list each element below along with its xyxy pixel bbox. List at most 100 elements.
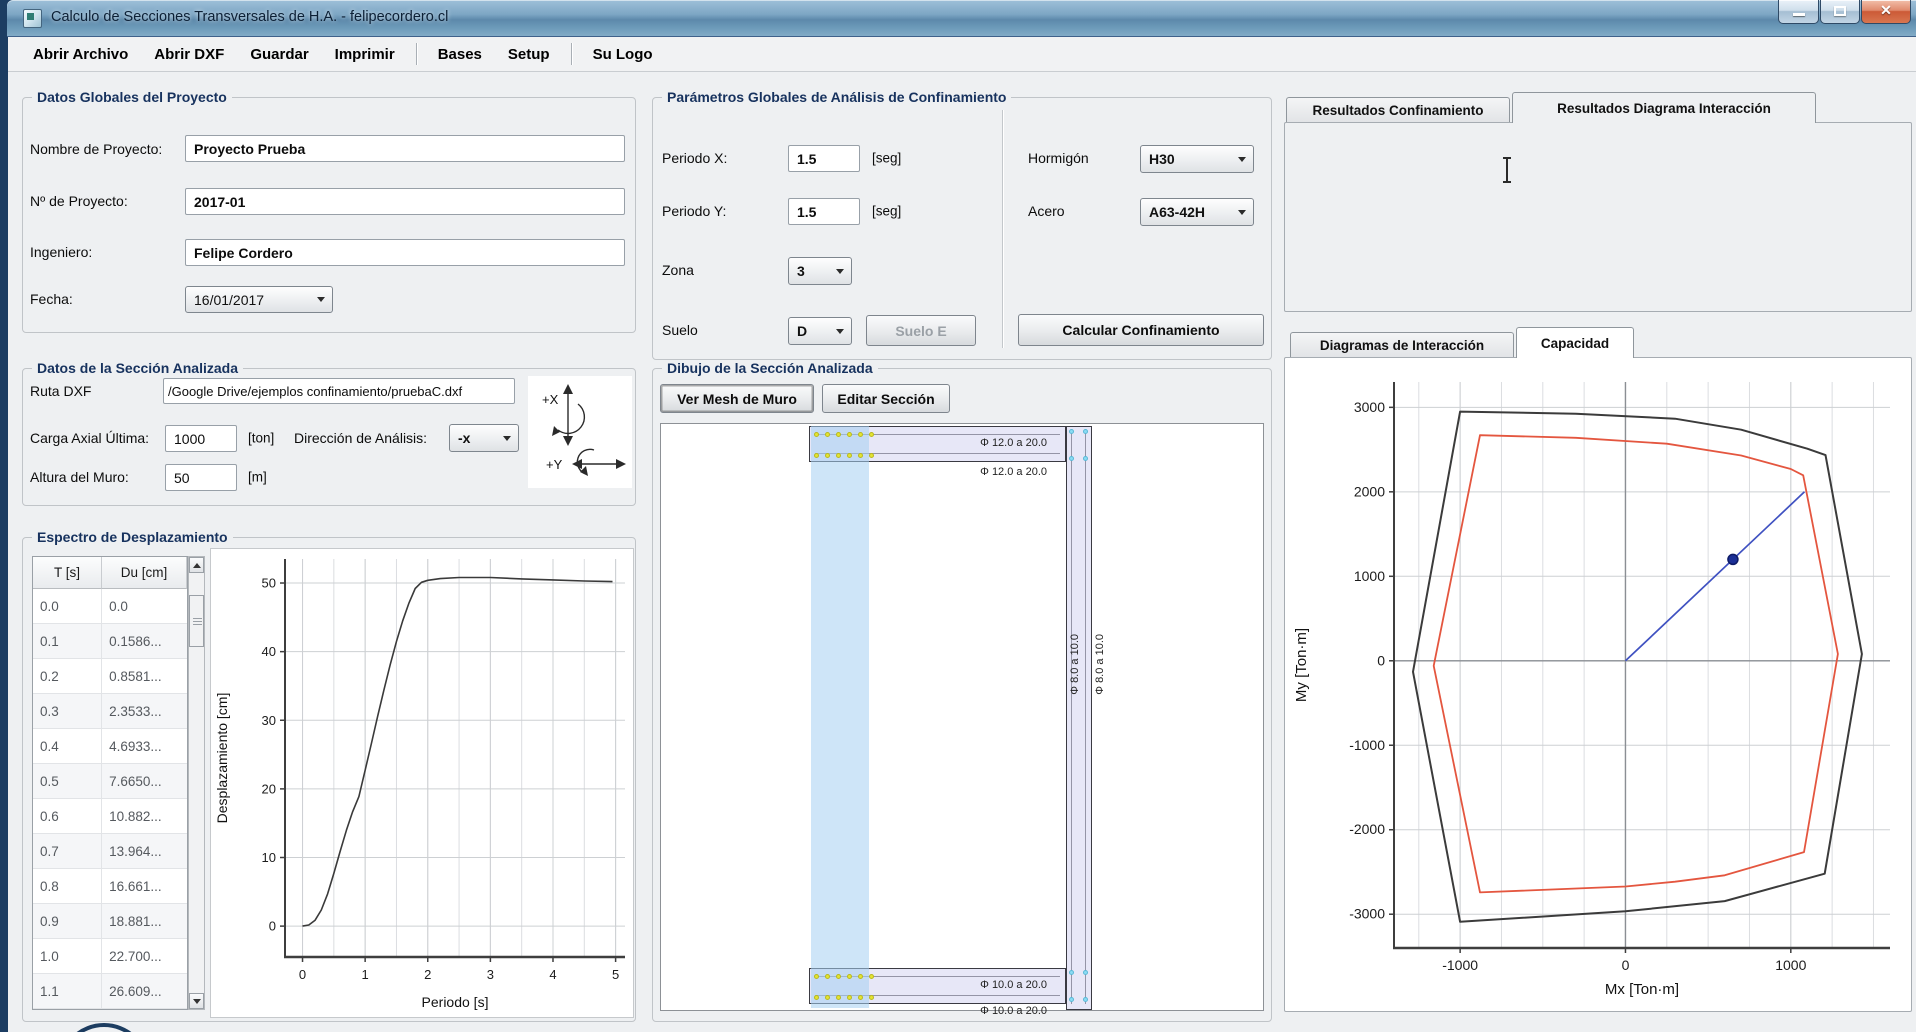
table-row[interactable]: 0.713.964... bbox=[33, 834, 187, 869]
cell-du: 10.882... bbox=[102, 799, 187, 833]
rebar-label-bottom-inside: Φ 10.0 a 20.0 bbox=[980, 979, 1047, 991]
desktop-background: Calculo de Secciones Transversales de H.… bbox=[0, 0, 1916, 1032]
periodo-y-unit: [seg] bbox=[872, 204, 901, 219]
rebar-dot bbox=[814, 432, 819, 437]
table-row[interactable]: 0.918.881... bbox=[33, 904, 187, 939]
hormigon-dropdown[interactable]: H30 bbox=[1140, 145, 1254, 173]
menubar: Abrir ArchivoAbrir DXFGuardarImprimir Bas… bbox=[8, 37, 1916, 72]
suelo-label: Suelo bbox=[662, 322, 698, 338]
rebar-dot bbox=[836, 995, 841, 1000]
zona-dropdown[interactable]: 3 bbox=[788, 257, 852, 285]
periodo-y-input[interactable]: 1.5 bbox=[788, 198, 860, 225]
periodo-x-input[interactable]: 1.5 bbox=[788, 145, 860, 172]
tab-diagramas-interaccion[interactable]: Diagramas de Interacción bbox=[1290, 332, 1514, 358]
ingeniero-label: Ingeniero: bbox=[30, 244, 92, 260]
mesh-node-dot bbox=[1069, 970, 1074, 975]
carga-axial-label: Carga Axial Última: bbox=[30, 430, 149, 446]
ruta-dxf-input[interactable]: /Google Drive/ejemplos confinamiento/pru… bbox=[163, 378, 515, 404]
table-row[interactable]: 1.022.700... bbox=[33, 939, 187, 974]
menu-abrir-dxf[interactable]: Abrir DXF bbox=[141, 39, 237, 70]
resultados-pane bbox=[1284, 122, 1912, 312]
du-table: T [s] Du [cm] 0.00.00.10.1586...0.20.858… bbox=[32, 556, 188, 1010]
suelo-e-button[interactable]: Suelo E bbox=[866, 315, 976, 346]
rebar-line bbox=[1085, 432, 1086, 1004]
table-row[interactable]: 1.126.609... bbox=[33, 974, 187, 1009]
cell-du: 18.881... bbox=[102, 904, 187, 938]
altura-muro-input[interactable]: 50 bbox=[165, 464, 237, 491]
maximize-button[interactable] bbox=[1820, 0, 1860, 24]
minimize-button[interactable] bbox=[1778, 0, 1819, 24]
tab-resultados-confinamiento[interactable]: Resultados Confinamiento bbox=[1286, 97, 1510, 123]
menu-guardar[interactable]: Guardar bbox=[237, 39, 321, 70]
acero-dropdown[interactable]: A63-42H bbox=[1140, 198, 1254, 226]
table-row[interactable]: 0.20.8581... bbox=[33, 659, 187, 694]
svg-text:30: 30 bbox=[262, 713, 276, 728]
svg-text:0: 0 bbox=[299, 967, 306, 982]
section-drawing-canvas[interactable]: Φ 12.0 a 20.0 Φ 12.0 a 20.0 Φ 8.0 a 10.0… bbox=[660, 423, 1264, 1011]
table-row[interactable]: 0.57.6650... bbox=[33, 764, 187, 799]
capacity-curve-inner bbox=[1434, 435, 1838, 892]
maximize-icon bbox=[1834, 6, 1846, 16]
scrollbar-thumb[interactable] bbox=[189, 595, 204, 647]
column-header-t[interactable]: T [s] bbox=[33, 557, 102, 589]
rebar-line bbox=[1071, 432, 1072, 1004]
mesh-node-dot bbox=[1083, 456, 1088, 461]
direccion-value: -x bbox=[458, 430, 470, 446]
numero-proyecto-input[interactable]: 2017-01 bbox=[185, 188, 625, 215]
rebar-label-web-inside: Φ 8.0 a 10.0 bbox=[1069, 634, 1081, 695]
arrow-up-icon bbox=[193, 563, 201, 568]
axis-y-label: +Y bbox=[546, 457, 563, 472]
menu-separator bbox=[416, 43, 417, 65]
menu-setup[interactable]: Setup bbox=[495, 39, 563, 70]
svg-text:1000: 1000 bbox=[1354, 568, 1385, 584]
cell-t: 0.9 bbox=[33, 904, 102, 938]
mesh-node-dot bbox=[1069, 429, 1074, 434]
table-row[interactable]: 0.32.3533... bbox=[33, 694, 187, 729]
cell-du: 22.700... bbox=[102, 939, 187, 973]
svg-text:20: 20 bbox=[262, 781, 276, 796]
zona-value: 3 bbox=[797, 263, 805, 279]
table-row[interactable]: 0.10.1586... bbox=[33, 624, 187, 659]
editar-seccion-button[interactable]: Editar Sección bbox=[822, 384, 950, 413]
column-header-du[interactable]: Du [cm] bbox=[102, 557, 187, 589]
menu-bases[interactable]: Bases bbox=[425, 39, 495, 70]
tab-resultados-diagrama[interactable]: Resultados Diagrama Interacción bbox=[1512, 92, 1816, 123]
capacity-curve-outer bbox=[1413, 412, 1862, 922]
nombre-proyecto-input[interactable]: Proyecto Prueba bbox=[185, 135, 625, 162]
hormigon-label: Hormigón bbox=[1028, 150, 1089, 166]
rebar-dot bbox=[825, 995, 830, 1000]
table-scrollbar[interactable] bbox=[188, 556, 205, 1010]
menu-abrir-archivo[interactable]: Abrir Archivo bbox=[20, 39, 141, 70]
svg-text:4: 4 bbox=[549, 967, 556, 982]
table-row[interactable]: 0.00.0 bbox=[33, 589, 187, 624]
menu-su-logo[interactable]: Su Logo bbox=[580, 39, 666, 70]
rebar-dot bbox=[858, 974, 863, 979]
table-row[interactable]: 0.44.6933... bbox=[33, 729, 187, 764]
fecha-dropdown[interactable]: 16/01/2017 bbox=[185, 286, 333, 313]
tab-capacidad[interactable]: Capacidad bbox=[1516, 327, 1634, 358]
carga-axial-input[interactable]: 1000 bbox=[165, 425, 237, 452]
scroll-down-button[interactable] bbox=[189, 993, 204, 1009]
close-icon: ✕ bbox=[1862, 2, 1910, 19]
suelo-dropdown[interactable]: D bbox=[788, 317, 852, 345]
scroll-up-button[interactable] bbox=[189, 557, 204, 573]
acero-value: A63-42H bbox=[1149, 204, 1205, 220]
cell-t: 0.7 bbox=[33, 834, 102, 868]
titlebar[interactable]: Calculo de Secciones Transversales de H.… bbox=[7, 0, 1916, 37]
table-row[interactable]: 0.816.661... bbox=[33, 869, 187, 904]
app-icon bbox=[23, 9, 42, 28]
rebar-label-web-outside: Φ 8.0 a 10.0 bbox=[1094, 634, 1106, 695]
menu-separator bbox=[571, 43, 572, 65]
ingeniero-input[interactable]: Felipe Cordero bbox=[185, 239, 625, 266]
menu-imprimir[interactable]: Imprimir bbox=[322, 39, 408, 70]
direccion-dropdown[interactable]: -x bbox=[449, 424, 519, 452]
periodo-x-unit: [seg] bbox=[872, 151, 901, 166]
table-row[interactable]: 0.610.882... bbox=[33, 799, 187, 834]
close-button[interactable]: ✕ bbox=[1861, 0, 1911, 24]
groupbox-title: Dibujo de la Sección Analizada bbox=[662, 360, 878, 376]
calcular-confinamiento-button[interactable]: Calcular Confinamiento bbox=[1018, 314, 1264, 346]
ver-mesh-button[interactable]: Ver Mesh de Muro bbox=[660, 384, 814, 413]
cell-t: 0.8 bbox=[33, 869, 102, 903]
confinement-highlight-band bbox=[811, 426, 869, 1008]
cell-t: 0.4 bbox=[33, 729, 102, 763]
